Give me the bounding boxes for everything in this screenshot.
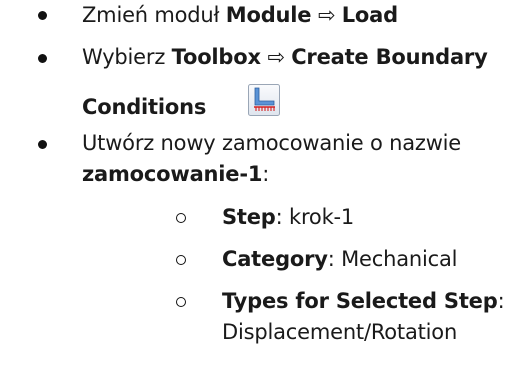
sub-bullet-marker [176,213,186,223]
colon-text: : [262,162,270,186]
item-text: Wybierz [82,45,172,69]
toolbox-menu-label: Toolbox [171,45,261,69]
arrow-glyph: ⇨ [260,45,292,69]
load-menu-label: Load [341,3,398,27]
list-item-select-toolbox-cont: Conditions [82,93,206,121]
list-item-create-fixture-cont: zamocowanie-1: [82,160,269,188]
list-item-create-fixture: Utwórz nowy zamocowanie o nazwie [82,129,461,157]
sub-item-value: krok-1 [289,205,355,229]
sub-item-sep: : [327,247,342,271]
sub-item-label: Step [222,205,276,229]
sub-item-value: Displacement/Rotation [222,320,458,344]
sub-item-value: Mechanical [341,247,458,271]
sub-item-label: Types for Selected Step [222,289,498,313]
sub-bullet-marker [176,297,186,307]
list-item-change-module: Zmień moduł Module ⇨ Load [82,1,398,29]
list-item-select-toolbox: Wybierz Toolbox ⇨ Create Boundary [82,43,488,71]
item-text: Zmień moduł [82,3,226,27]
sub-item-types: Types for Selected Step: [222,287,505,315]
arrow-glyph: ⇨ [311,3,342,27]
sub-item-label: Category [222,247,328,271]
create-boundary-label: Create Boundary [291,45,488,69]
document-page: Zmień moduł Module ⇨ Load Wybierz Toolbo… [0,0,529,385]
sub-item-sep: : [275,205,289,229]
module-menu-label: Module [225,3,312,27]
sub-item-category: Category: Mechanical [222,245,457,273]
bullet-marker [38,54,47,63]
sub-item-step: Step: krok-1 [222,203,354,231]
sub-item-sep: : [497,289,505,313]
conditions-label: Conditions [82,95,207,119]
bullet-marker [38,140,47,149]
bullet-marker [38,11,47,20]
create-boundary-conditions-icon [248,84,280,116]
sub-bullet-marker [176,255,186,265]
item-text: Utwórz nowy zamocowanie o nazwie [82,131,462,155]
fixture-name: zamocowanie-1 [82,162,263,186]
sub-item-types-value: Displacement/Rotation [222,318,457,346]
